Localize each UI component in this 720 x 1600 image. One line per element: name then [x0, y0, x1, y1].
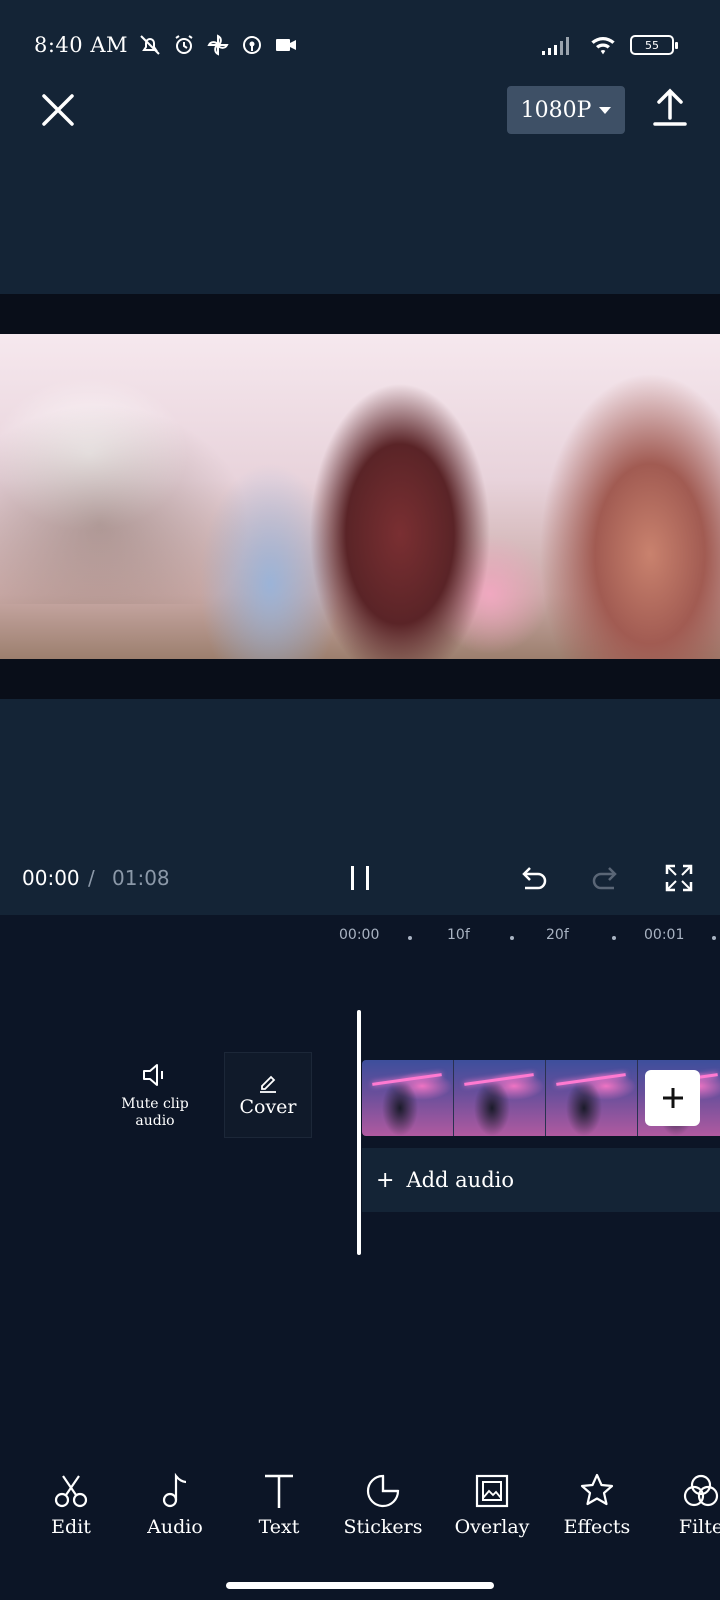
video-icon: [276, 39, 297, 51]
ruler-dot: [408, 936, 412, 940]
total-time: 01:08: [112, 866, 170, 890]
home-indicator[interactable]: [226, 1582, 494, 1589]
undo-button[interactable]: [517, 862, 549, 894]
time-ruler[interactable]: 00:00 10f 20f 00:01: [0, 915, 720, 955]
tool-label: Effects: [563, 1516, 631, 1538]
tool-text[interactable]: Text: [227, 1472, 331, 1538]
ruler-tick: 00:00: [339, 927, 380, 943]
mute-clip-audio-button[interactable]: Mute clip audio: [110, 1060, 200, 1130]
plus-icon: +: [376, 1167, 395, 1193]
tree-silhouette: [0, 404, 250, 604]
signal-icon: [542, 37, 569, 55]
hotspot-icon: [243, 36, 262, 54]
resolution-label: 1080P: [520, 97, 592, 123]
clip-thumbnail: [362, 1060, 454, 1136]
effects-star-icon: [580, 1473, 614, 1506]
cover-label: Cover: [239, 1096, 297, 1118]
tool-stickers[interactable]: Stickers: [331, 1472, 435, 1538]
overlay-icon: [475, 1474, 509, 1508]
status-time: 8:40 AM: [34, 33, 129, 57]
current-time: 00:00: [22, 866, 80, 890]
export-button[interactable]: [650, 86, 690, 130]
battery-level: 55: [645, 38, 659, 52]
sticker-icon: [366, 1474, 400, 1508]
tool-filters[interactable]: Filte: [649, 1472, 720, 1538]
scissors-icon: [54, 1475, 88, 1508]
filters-icon: [683, 1474, 719, 1507]
tool-overlay[interactable]: Overlay: [440, 1472, 544, 1538]
close-button[interactable]: [38, 90, 78, 130]
video-preview[interactable]: [0, 294, 720, 699]
bottom-toolbar: Edit Audio Text Stickers Overlay Effects…: [0, 1462, 720, 1572]
close-icon: [42, 94, 74, 126]
battery-icon: 55: [630, 35, 678, 55]
fullscreen-button[interactable]: [664, 863, 694, 893]
add-audio-label: Add audio: [406, 1168, 515, 1192]
pause-button[interactable]: [345, 862, 375, 894]
tool-label: Filte: [678, 1516, 720, 1538]
speaker-icon: [143, 1064, 163, 1086]
tool-label: Overlay: [454, 1516, 530, 1538]
ruler-dot: [612, 936, 616, 940]
cover-button[interactable]: Cover: [224, 1052, 312, 1138]
tool-label: Text: [258, 1516, 300, 1538]
mute-clip-audio-label: Mute clip audio: [121, 1096, 189, 1129]
tool-label: Edit: [51, 1516, 91, 1538]
resolution-dropdown[interactable]: 1080P: [507, 86, 625, 134]
video-frame-image: [0, 334, 720, 659]
tool-effects[interactable]: Effects: [545, 1472, 649, 1538]
plus-icon: [662, 1088, 683, 1108]
status-bar: 8:40 AM 55: [34, 28, 678, 62]
tool-audio[interactable]: Audio: [123, 1472, 227, 1538]
redo-icon: [592, 867, 617, 890]
text-icon: [265, 1474, 293, 1508]
add-audio-track[interactable]: + Add audio: [362, 1148, 720, 1212]
fullscreen-icon: [665, 864, 693, 892]
add-clip-button[interactable]: [645, 1070, 700, 1126]
ruler-tick: 20f: [546, 927, 569, 943]
alarm-icon: [175, 35, 193, 54]
ruler-tick: 10f: [447, 927, 470, 943]
pencil-icon: [260, 1075, 276, 1093]
pinwheel-icon: [207, 34, 229, 56]
ruler-tick: 00:01: [644, 927, 685, 943]
redo-button[interactable]: [590, 862, 622, 894]
playhead[interactable]: [357, 1010, 361, 1255]
music-note-icon: [162, 1472, 187, 1508]
time-separator: /: [88, 866, 95, 890]
clip-thumbnail: [546, 1060, 638, 1136]
clip-thumbnail: [454, 1060, 546, 1136]
export-icon: [653, 88, 687, 126]
mute-bell-icon: [140, 35, 160, 55]
tool-label: Stickers: [343, 1516, 423, 1538]
tool-edit[interactable]: Edit: [19, 1472, 123, 1538]
ruler-dot: [510, 936, 514, 940]
caret-down-icon: [599, 106, 612, 114]
undo-icon: [522, 867, 547, 890]
ruler-dot: [712, 936, 716, 940]
wifi-icon: [591, 37, 615, 55]
tool-label: Audio: [147, 1516, 203, 1538]
